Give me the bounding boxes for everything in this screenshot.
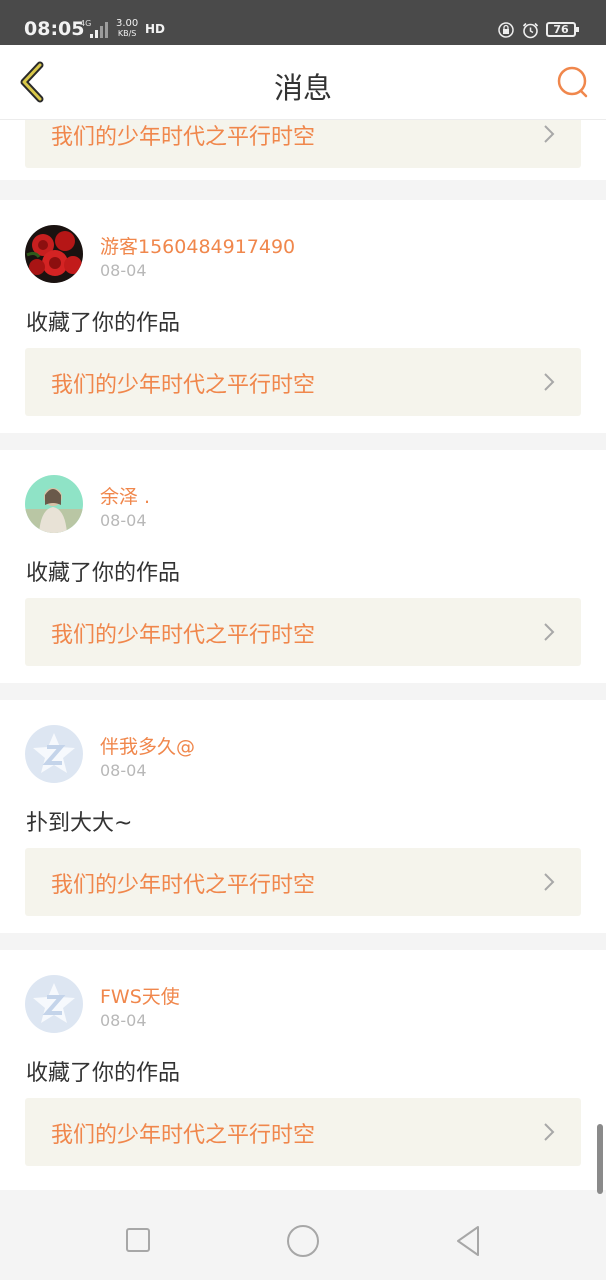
app-header: 消息 [0,45,606,120]
speed-unit: KB/S [117,29,137,38]
message-text: 收藏了你的作品 [26,1061,181,1086]
work-title: 我们的少年时代之平行时空 [51,373,316,398]
work-link[interactable]: 我们的少年时代之平行时空 [25,598,581,666]
speed-value: 3.00 [116,18,139,29]
battery-icon: 76 [546,22,579,37]
username[interactable]: 余泽 . [100,482,150,509]
message-time: 08-04 [100,761,147,780]
default-z-avatar-icon [25,725,83,783]
status-time: 08:05 [24,18,85,40]
battery-level: 76 [553,23,569,36]
chevron-right-icon [544,873,555,891]
signal-icon [90,20,112,38]
message-time: 08-04 [100,1011,147,1030]
triangle-back-icon[interactable] [454,1224,482,1258]
username[interactable]: FWS天使 [100,982,180,1009]
chevron-right-icon [544,1123,555,1141]
message-text: 扑到大大~ [26,811,133,836]
system-nav-bar [0,1202,606,1280]
avatar[interactable] [25,975,83,1033]
avatar[interactable] [25,475,83,533]
message-text: 收藏了你的作品 [26,561,181,586]
work-title: 我们的少年时代之平行时空 [51,873,316,898]
work-link[interactable]: 我们的少年时代之平行时空 [25,848,581,916]
message-time: 08-04 [100,261,147,280]
alarm-icon [522,22,539,39]
message-card: 伴我多久@ 08-04 扑到大大~ 我们的少年时代之平行时空 [0,700,606,933]
scrollbar[interactable] [597,1124,603,1194]
circle-icon[interactable] [287,1225,319,1257]
message-text: 收藏了你的作品 [26,311,181,336]
work-title: 我们的少年时代之平行时空 [51,623,316,648]
message-card: 我们的少年时代之平行时空 [0,120,606,180]
network-speed: 3.00 KB/S [116,19,138,39]
username[interactable]: 伴我多久@ [100,732,195,759]
message-card: 游客1560484917490 08-04 收藏了你的作品 我们的少年时代之平行… [0,200,606,433]
work-title: 我们的少年时代之平行时空 [51,125,316,150]
hd-icon: HD [145,22,166,36]
message-card: FWS天使 08-04 收藏了你的作品 我们的少年时代之平行时空 [0,950,606,1190]
square-icon[interactable] [126,1228,150,1252]
work-link[interactable]: 我们的少年时代之平行时空 [25,120,581,168]
rotation-lock-icon [498,22,514,38]
message-time: 08-04 [100,511,147,530]
avatar[interactable] [25,725,83,783]
status-bar: 08:05 4G 3.00 KB/S HD 76 [0,0,606,45]
username[interactable]: 游客1560484917490 [100,232,295,259]
person-photo-avatar-icon [25,475,83,533]
search-icon[interactable] [555,64,591,100]
work-link[interactable]: 我们的少年时代之平行时空 [25,1098,581,1166]
work-title: 我们的少年时代之平行时空 [51,1123,316,1148]
message-list[interactable]: 我们的少年时代之平行时空 游客1560484917490 08-04 收藏了你的… [0,120,606,1202]
chevron-right-icon [544,623,555,641]
red-roses-avatar-icon [25,225,83,283]
chevron-right-icon [544,125,555,143]
message-card: 余泽 . 08-04 收藏了你的作品 我们的少年时代之平行时空 [0,450,606,683]
work-link[interactable]: 我们的少年时代之平行时空 [25,348,581,416]
chevron-right-icon [544,373,555,391]
page-title: 消息 [273,71,332,105]
default-z-avatar-icon [25,975,83,1033]
avatar[interactable] [25,225,83,283]
